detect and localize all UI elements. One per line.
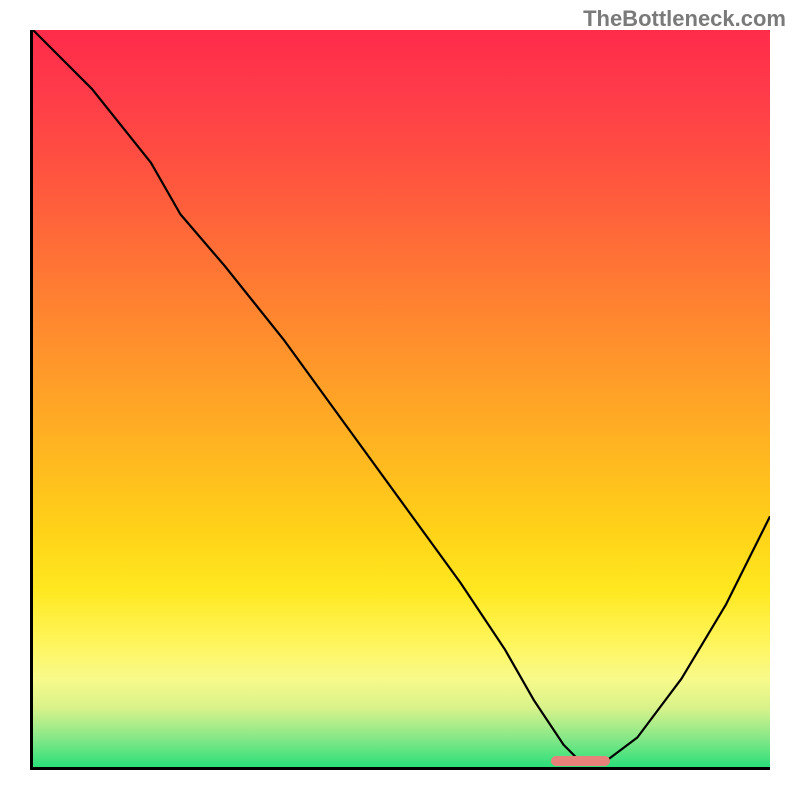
- watermark-text: TheBottleneck.com: [583, 6, 786, 32]
- optimum-marker: [551, 756, 610, 766]
- curve-svg: [33, 30, 770, 767]
- plot-area: [30, 30, 770, 770]
- chart-container: TheBottleneck.com: [0, 0, 800, 800]
- bottleneck-curve: [33, 30, 770, 760]
